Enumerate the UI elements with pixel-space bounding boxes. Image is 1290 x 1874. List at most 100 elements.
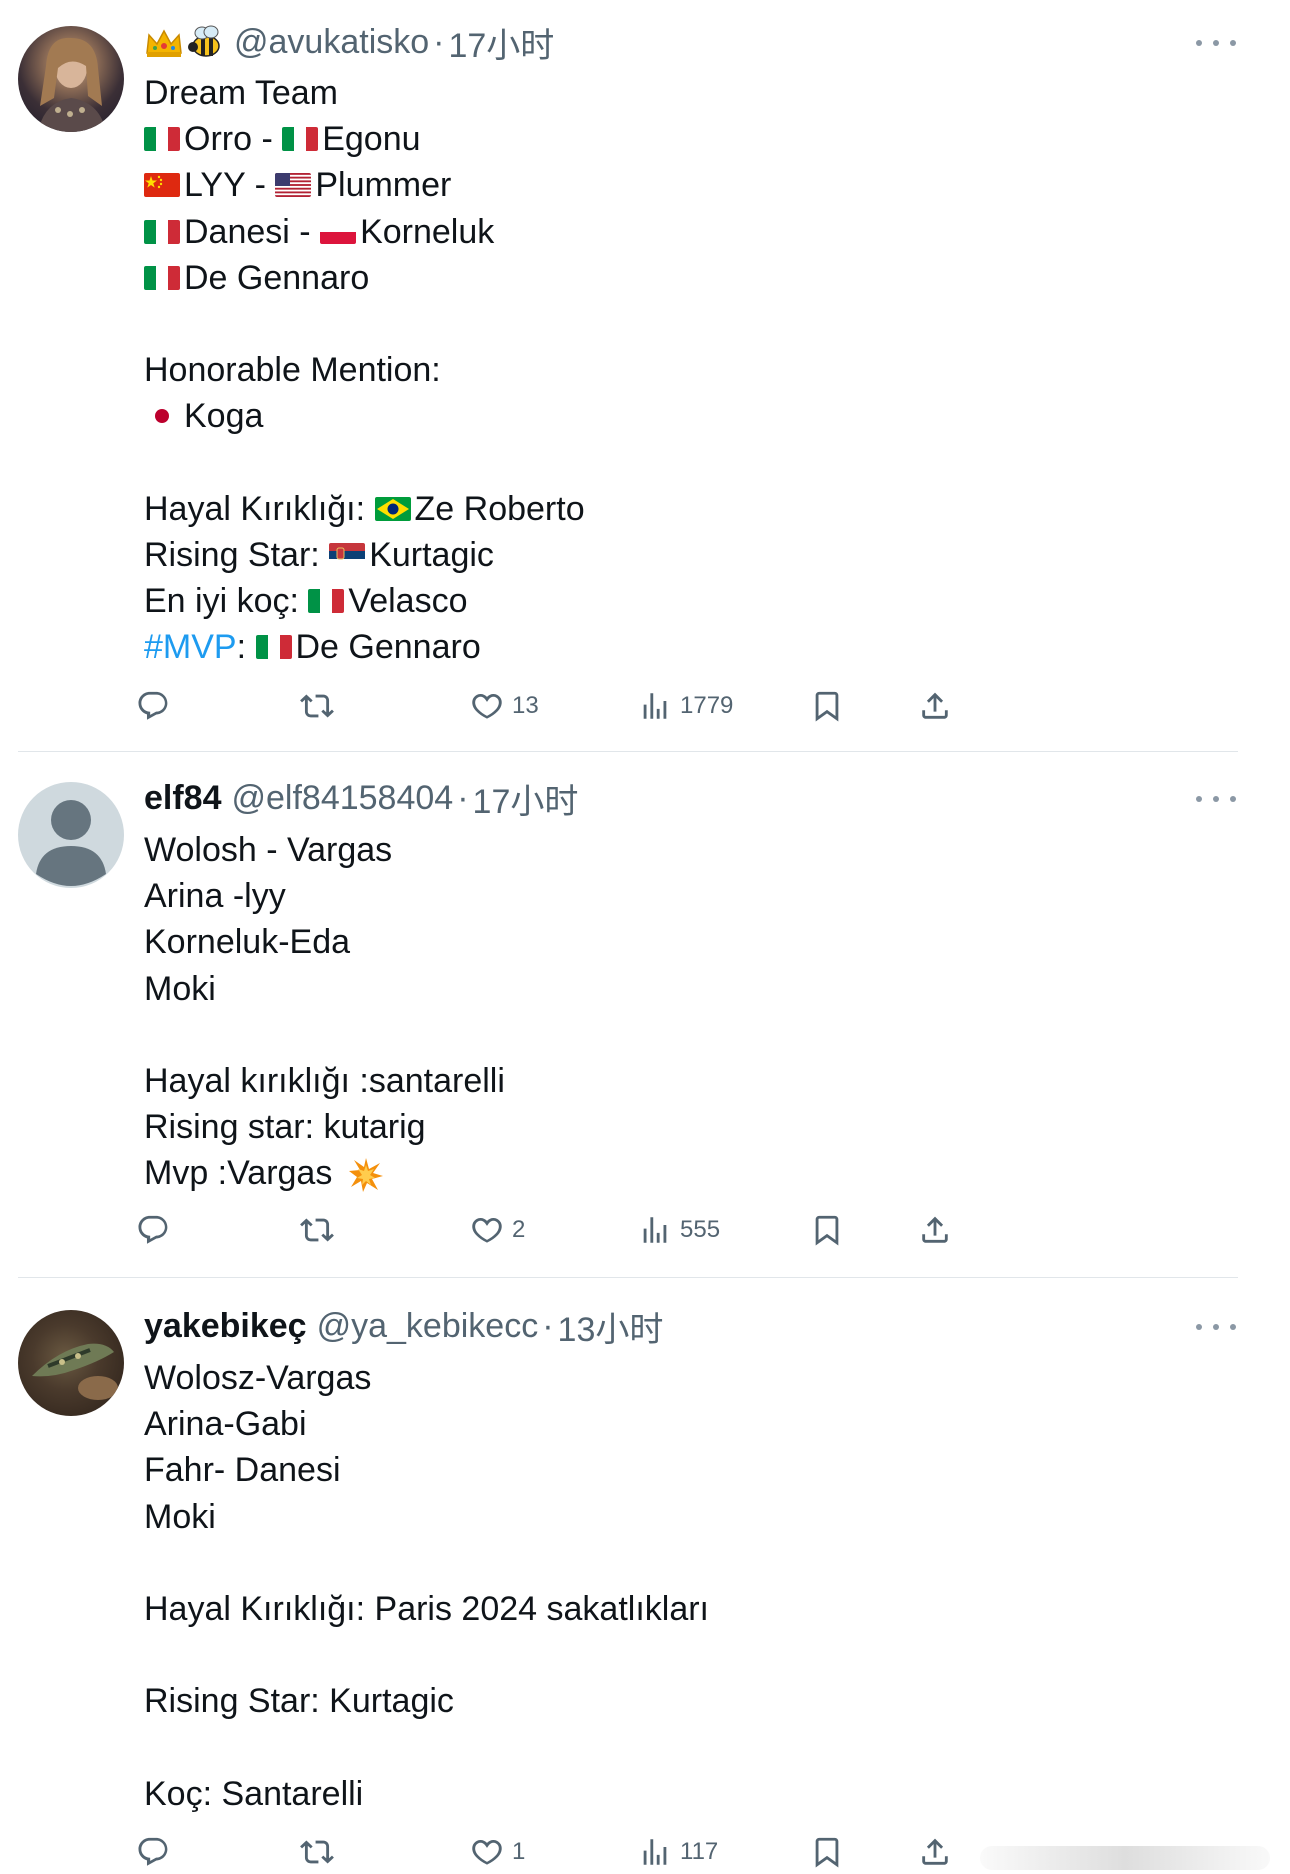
- tweet-text-segment: Koç: Santarelli: [144, 1774, 364, 1813]
- tweet-text-segment: Plummer: [315, 166, 452, 205]
- tweet-text-segment: Hayal kırıklığı :santarelli: [144, 1061, 505, 1100]
- tweet-text-segment: Moki: [144, 969, 216, 1008]
- share-button[interactable]: [918, 1832, 960, 1872]
- tweet-text-segment: Arina -lyy: [144, 877, 286, 916]
- like-button[interactable]: 2: [470, 1210, 525, 1250]
- reply-button[interactable]: [136, 1832, 178, 1872]
- tweet-line: Orro - Egonu: [144, 116, 585, 162]
- tweet[interactable]: @avukatisko · 17小时 Dream Team Orro - Egon…: [0, 0, 1240, 750]
- tweet-line: Hayal Kırıklığı: Ze Roberto: [144, 486, 585, 532]
- brazil-flag-icon: [374, 496, 411, 521]
- tweet-line: Rising star: kutarig: [144, 1104, 505, 1150]
- tweet-line: Dream Team: [144, 70, 585, 116]
- japan-flag-icon: [144, 404, 180, 429]
- like-button[interactable]: 1: [470, 1832, 525, 1872]
- tweet-text-segment: Koga: [184, 397, 264, 436]
- retweet-button[interactable]: [300, 1210, 342, 1250]
- user-handle[interactable]: @elf84158404: [232, 779, 454, 818]
- timestamp[interactable]: 13小时: [558, 1302, 664, 1351]
- tweet-line: [144, 440, 585, 486]
- tweet-text-segment: Mvp :Vargas: [144, 1154, 342, 1193]
- italy-flag-icon: [308, 589, 345, 614]
- share-button[interactable]: [918, 686, 960, 726]
- retweet-icon: [300, 1213, 342, 1247]
- tweet[interactable]: yakebikeç @ya_kebikecc · 13小时 Wolosz-Var…: [0, 1278, 1240, 1874]
- share-button[interactable]: [918, 1210, 960, 1250]
- tweet-line: Fahr- Danesi: [144, 1447, 709, 1493]
- reply-icon: [136, 689, 178, 723]
- user-handle[interactable]: @avukatisko: [234, 23, 429, 62]
- tweet-line: Rising Star: Kurtagic: [144, 532, 585, 578]
- tweet-actions: 13 1779: [138, 686, 1124, 726]
- tweet-header: yakebikeç @ya_kebikecc · 13小时: [144, 1302, 663, 1350]
- hashtag-link[interactable]: #MVP: [144, 624, 237, 670]
- more-icon[interactable]: [1196, 36, 1236, 50]
- tweet-text-segment: Orro -: [184, 120, 283, 159]
- tweet-text-segment: Arina-Gabi: [144, 1405, 307, 1444]
- default-avatar-icon: [36, 800, 106, 886]
- tweet-text: Dream Team Orro - Egonu LYY - Plummer Danes…: [144, 70, 585, 670]
- tweet-line: LYY - Plummer: [144, 162, 585, 208]
- more-icon[interactable]: [1196, 1320, 1236, 1334]
- tweet-text-segment: Rising star: kutarig: [144, 1108, 426, 1147]
- tweet-text-segment: Korneluk: [360, 212, 495, 251]
- display-name[interactable]: yakebikeç: [144, 1307, 307, 1346]
- tweet-text-segment: En iyi koç:: [144, 582, 309, 621]
- reply-button[interactable]: [136, 686, 178, 726]
- timestamp[interactable]: 17小时: [473, 774, 579, 823]
- italy-flag-icon: [255, 635, 292, 660]
- views-button[interactable]: 555: [638, 1210, 720, 1250]
- tweet-line: Arina-Gabi: [144, 1401, 709, 1447]
- views-button[interactable]: 1779: [638, 686, 733, 726]
- tweet-text-segment: Danesi -: [184, 212, 321, 251]
- retweet-button[interactable]: [300, 686, 342, 726]
- emoji-badges: [144, 22, 224, 62]
- tweet-text-segment: Fahr- Danesi: [144, 1451, 341, 1490]
- display-name[interactable]: elf84: [144, 779, 222, 818]
- share-icon: [918, 1835, 960, 1869]
- like-count: 13: [512, 692, 539, 719]
- poland-flag-icon: [320, 219, 357, 244]
- reply-icon: [136, 1835, 178, 1869]
- share-icon: [918, 689, 960, 723]
- avatar[interactable]: [18, 26, 124, 132]
- bookmark-button[interactable]: [810, 686, 852, 726]
- views-icon: [638, 1213, 680, 1247]
- tweet-text-segment: Rising Star:: [144, 535, 330, 574]
- avatar[interactable]: [18, 782, 124, 888]
- tweet-text: Wolosz-Vargas Arina-Gabi Fahr- Danesi Moki H…: [144, 1355, 709, 1817]
- separator-dot: ·: [457, 778, 469, 817]
- reply-button[interactable]: [136, 1210, 178, 1250]
- views-button[interactable]: 117: [638, 1832, 718, 1872]
- tweet-text-segment: Moki: [144, 1497, 216, 1536]
- tweet-actions: 2 555: [138, 1210, 1124, 1250]
- bookmark-button[interactable]: [810, 1832, 852, 1872]
- tweet-line: Korneluk-Eda: [144, 919, 505, 965]
- tweet-line: Arina -lyy: [144, 873, 505, 919]
- tweet-text-segment: :: [236, 628, 256, 667]
- tweet-text-segment: Hayal Kırıklığı:: [144, 489, 375, 528]
- views-icon: [638, 689, 680, 723]
- tweet-line: En iyi koç: Velasco: [144, 578, 585, 624]
- user-handle[interactable]: @ya_kebikecc: [317, 1307, 539, 1346]
- tweet-line: Hayal kırıklığı :santarelli: [144, 1058, 505, 1104]
- tweet-text-segment: Korneluk-Eda: [144, 923, 351, 962]
- tweet-line: [144, 1725, 709, 1771]
- bookmark-button[interactable]: [810, 1210, 852, 1250]
- avatar[interactable]: [18, 1310, 124, 1416]
- more-icon[interactable]: [1196, 792, 1236, 806]
- like-count: 1: [512, 1838, 526, 1865]
- timestamp[interactable]: 17小时: [448, 18, 554, 67]
- retweet-icon: [300, 689, 342, 723]
- serbia-flag-icon: [329, 542, 366, 567]
- retweet-button[interactable]: [300, 1832, 342, 1872]
- tweet[interactable]: elf84 @elf84158404 · 17小时 Wolosh - Varga…: [0, 752, 1240, 1276]
- collision-emoji-icon: [348, 1150, 384, 1196]
- heart-icon: [470, 1213, 512, 1247]
- like-button[interactable]: 13: [470, 686, 539, 726]
- italy-flag-icon: [282, 127, 319, 152]
- tweet-text-segment: Hayal Kırıklığı: Paris 2024 sakatlıkları: [144, 1589, 710, 1628]
- like-count: 2: [512, 1216, 526, 1243]
- china-flag-icon: [144, 173, 180, 198]
- heart-icon: [470, 1835, 512, 1869]
